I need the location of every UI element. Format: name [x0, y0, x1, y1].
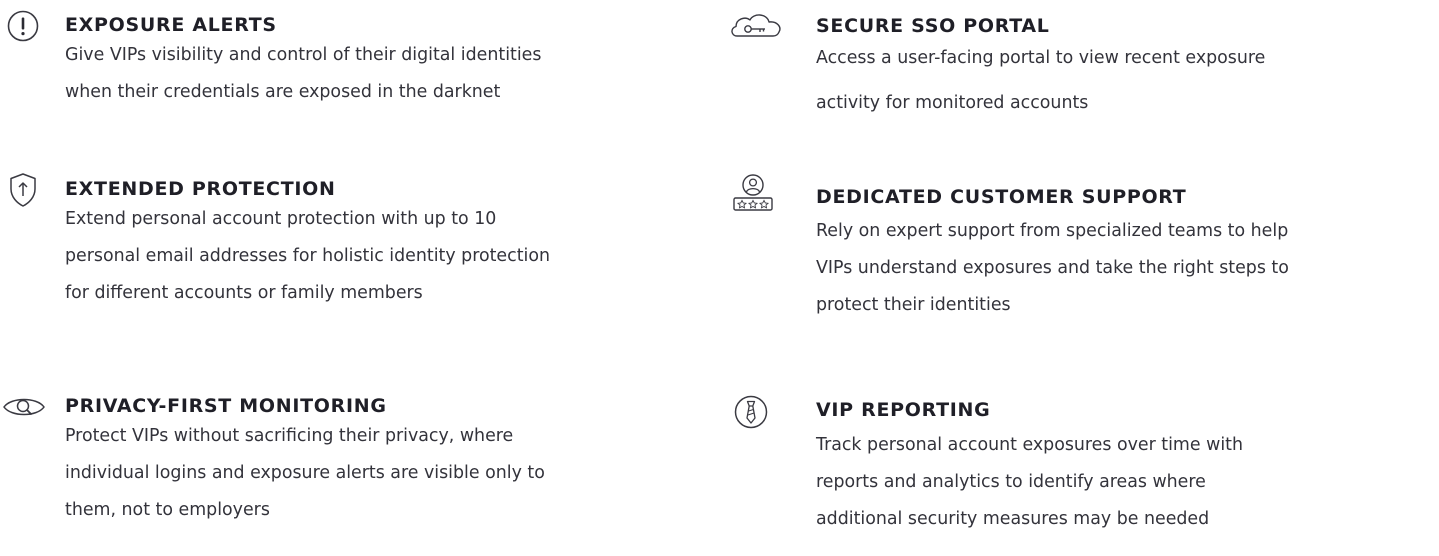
feature-description: Track personal account exposures over ti… [816, 427, 1436, 538]
feature-description: Protect VIPs without sacrificing their p… [65, 418, 665, 529]
feature-title: PRIVACY-FIRST MONITORING [65, 395, 387, 417]
description-line: reports and analytics to identify areas … [816, 472, 1206, 492]
shield-arrow-icon [8, 172, 38, 208]
feature-description: Rely on expert support from specialized … [816, 213, 1436, 324]
feature-title: VIP REPORTING [816, 399, 991, 421]
description-line: additional security measures may be need… [816, 509, 1210, 529]
feature-title: EXTENDED PROTECTION [65, 178, 336, 200]
feature-title: DEDICATED CUSTOMER SUPPORT [816, 186, 1187, 208]
description-line: VIPs understand exposures and take the r… [816, 258, 1289, 278]
feature-description: Access a user-facing portal to view rece… [816, 40, 1436, 122]
features-section: EXPOSURE ALERTS Give VIPs visibility and… [0, 0, 1439, 556]
necktie-circle-icon [733, 394, 769, 430]
feature-description: Give VIPs visibility and control of thei… [65, 37, 665, 111]
feature-title: SECURE SSO PORTAL [816, 15, 1050, 37]
description-line: individual logins and exposure alerts ar… [65, 463, 545, 483]
feature-title: EXPOSURE ALERTS [65, 14, 277, 36]
description-line: for different accounts or family members [65, 283, 423, 303]
description-line: personal email addresses for holistic id… [65, 246, 551, 266]
exclamation-circle-icon [6, 9, 40, 43]
description-line: Rely on expert support from specialized … [816, 221, 1289, 241]
description-line: when their credentials are exposed in th… [65, 82, 501, 102]
description-line: Extend personal account protection with … [65, 209, 497, 229]
feature-description: Extend personal account protection with … [65, 201, 665, 312]
description-line: Give VIPs visibility and control of thei… [65, 45, 542, 65]
description-line: protect their identities [816, 295, 1011, 315]
description-line: activity for monitored accounts [816, 93, 1089, 113]
eye-search-icon [0, 393, 48, 421]
description-line: Track personal account exposures over ti… [816, 435, 1243, 455]
description-line: Protect VIPs without sacrificing their p… [65, 426, 514, 446]
support-agent-stars-icon [731, 172, 775, 216]
description-line: them, not to employers [65, 500, 270, 520]
cloud-key-icon [727, 10, 785, 40]
description-line: Access a user-facing portal to view rece… [816, 48, 1266, 68]
